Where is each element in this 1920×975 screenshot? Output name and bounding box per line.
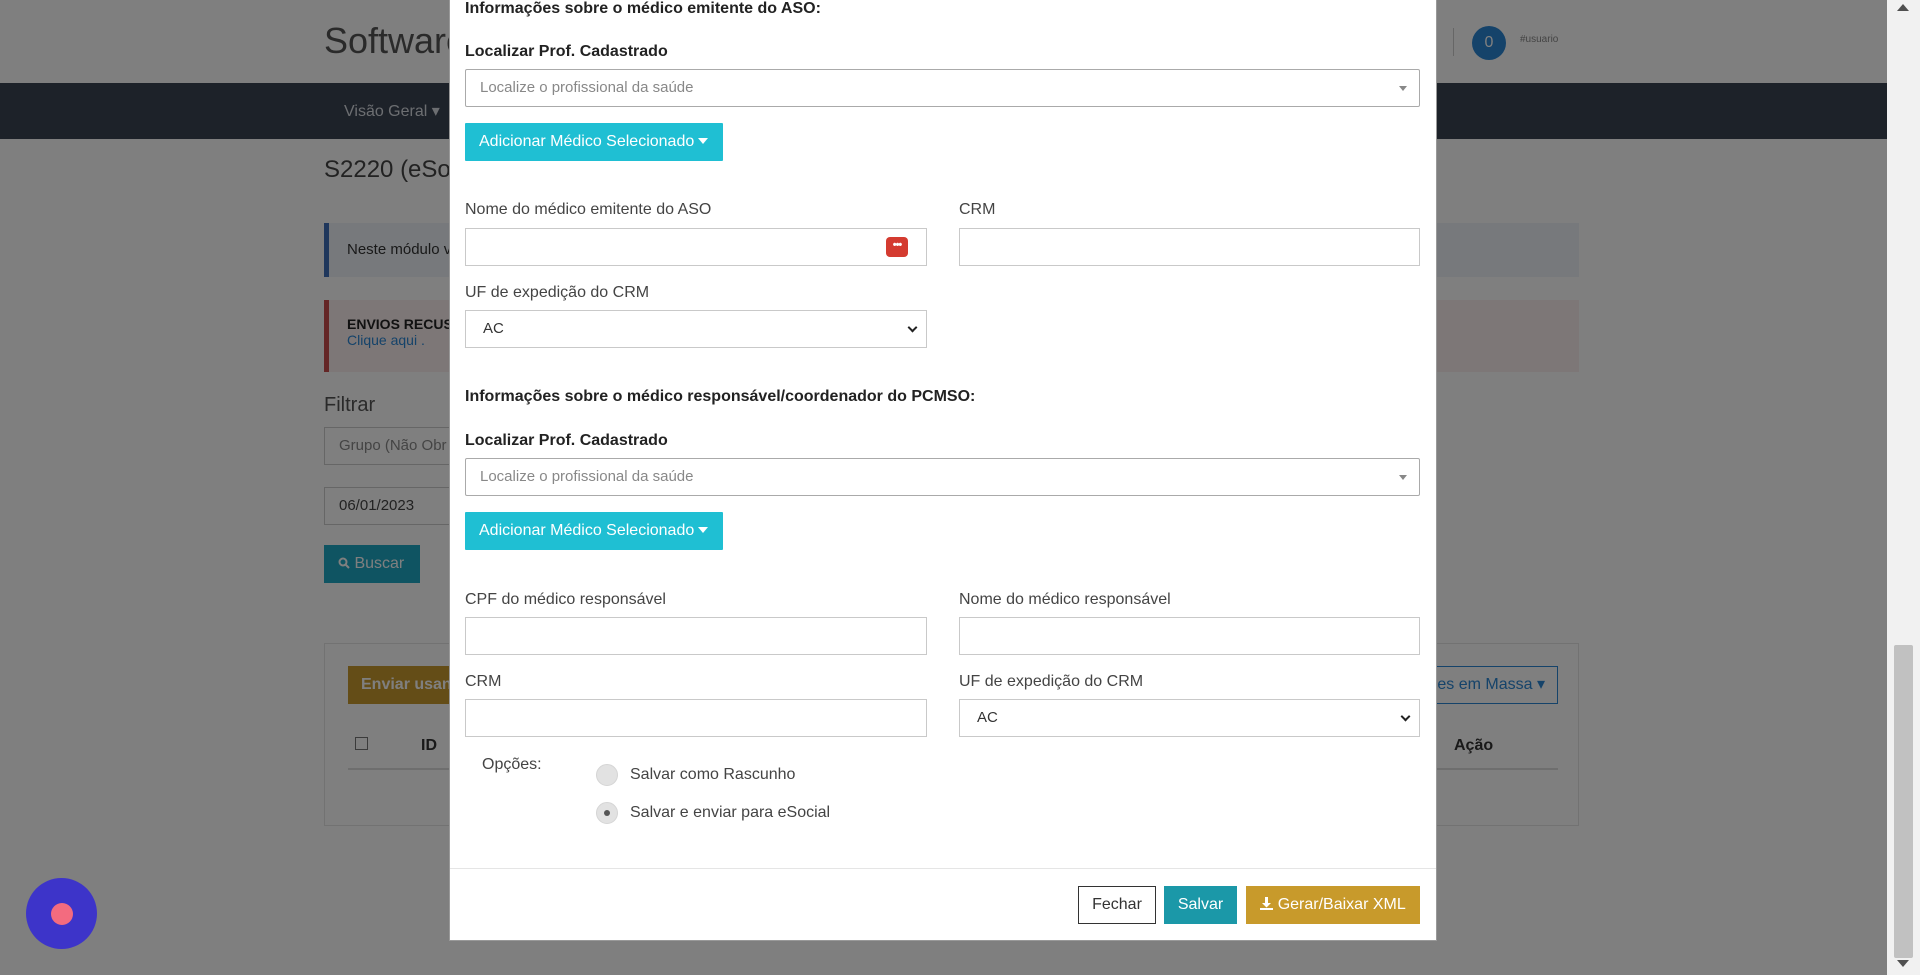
locate-professional-select[interactable]: Localize o profissional da saúde — [465, 69, 1420, 107]
resp-uf-label: UF de expedição do CRM — [959, 673, 1144, 690]
resp-uf-value: AC — [977, 709, 998, 726]
add-selected-doctor-button[interactable]: Adicionar Médico Selecionado — [465, 123, 723, 161]
option-save-draft-label[interactable]: Salvar como Rascunho — [630, 766, 795, 784]
locate-professional-label: Localizar Prof. Cadastrado — [465, 43, 668, 60]
aso-doctor-name-label: Nome do médico emitente do ASO — [465, 201, 712, 218]
chevron-down-icon — [907, 322, 918, 333]
locate-professional-label-2: Localizar Prof. Cadastrado — [465, 432, 668, 449]
options-label: Opções: — [482, 756, 542, 773]
resp-cpf-label: CPF do médico responsável — [465, 591, 666, 608]
resp-crm-input[interactable] — [465, 699, 927, 737]
generate-xml-label: Gerar/Baixar XML — [1277, 896, 1406, 913]
locate-professional-placeholder-2: Localize o profissional da saúde — [480, 468, 694, 485]
scroll-down-icon[interactable] — [1897, 960, 1909, 967]
radio-save-and-send[interactable] — [596, 802, 618, 824]
pcmso-section-title: Informações sobre o médico responsável/c… — [465, 388, 976, 405]
chat-status-icon — [51, 903, 73, 925]
resp-crm-label: CRM — [465, 673, 502, 690]
caret-down-icon — [698, 138, 709, 144]
aso-uf-value: AC — [483, 320, 504, 337]
download-icon — [1260, 897, 1274, 910]
aso-doctor-name-input[interactable]: ••• — [465, 228, 927, 266]
add-selected-doctor-label: Adicionar Médico Selecionado — [479, 133, 695, 150]
chevron-down-icon — [1399, 475, 1407, 480]
resp-name-label: Nome do médico responsável — [959, 591, 1171, 608]
add-selected-doctor-label-2: Adicionar Médico Selecionado — [479, 522, 695, 539]
aso-section-title: Informações sobre o médico emitente do A… — [465, 0, 821, 17]
aso-uf-label: UF de expedição do CRM — [465, 284, 650, 301]
aso-crm-label: CRM — [959, 201, 996, 218]
locate-professional-placeholder: Localize o profissional da saúde — [480, 79, 694, 96]
locate-professional-select-2[interactable]: Localize o profissional da saúde — [465, 458, 1420, 496]
chat-widget-button[interactable] — [26, 878, 97, 949]
scroll-up-icon[interactable] — [1897, 4, 1909, 11]
modal-footer-divider — [450, 868, 1436, 869]
option-save-and-send-label[interactable]: Salvar e enviar para eSocial — [630, 804, 830, 822]
generate-xml-button[interactable]: Gerar/Baixar XML — [1246, 886, 1420, 924]
resp-name-input[interactable] — [959, 617, 1420, 655]
caret-down-icon — [698, 527, 709, 533]
resp-cpf-input[interactable] — [465, 617, 927, 655]
aso-uf-select[interactable]: AC — [465, 310, 927, 348]
add-selected-doctor-button-2[interactable]: Adicionar Médico Selecionado — [465, 512, 723, 550]
password-manager-icon[interactable]: ••• — [886, 237, 908, 257]
chevron-down-icon — [1400, 711, 1411, 722]
close-button[interactable]: Fechar — [1078, 886, 1156, 924]
page-scrollbar[interactable] — [1887, 0, 1920, 975]
save-button[interactable]: Salvar — [1164, 886, 1237, 924]
scrollbar-thumb[interactable] — [1894, 645, 1913, 958]
resp-uf-select[interactable]: AC — [959, 699, 1420, 737]
radio-save-draft[interactable] — [596, 764, 618, 786]
aso-crm-input[interactable] — [959, 228, 1420, 266]
chevron-down-icon — [1399, 86, 1407, 91]
